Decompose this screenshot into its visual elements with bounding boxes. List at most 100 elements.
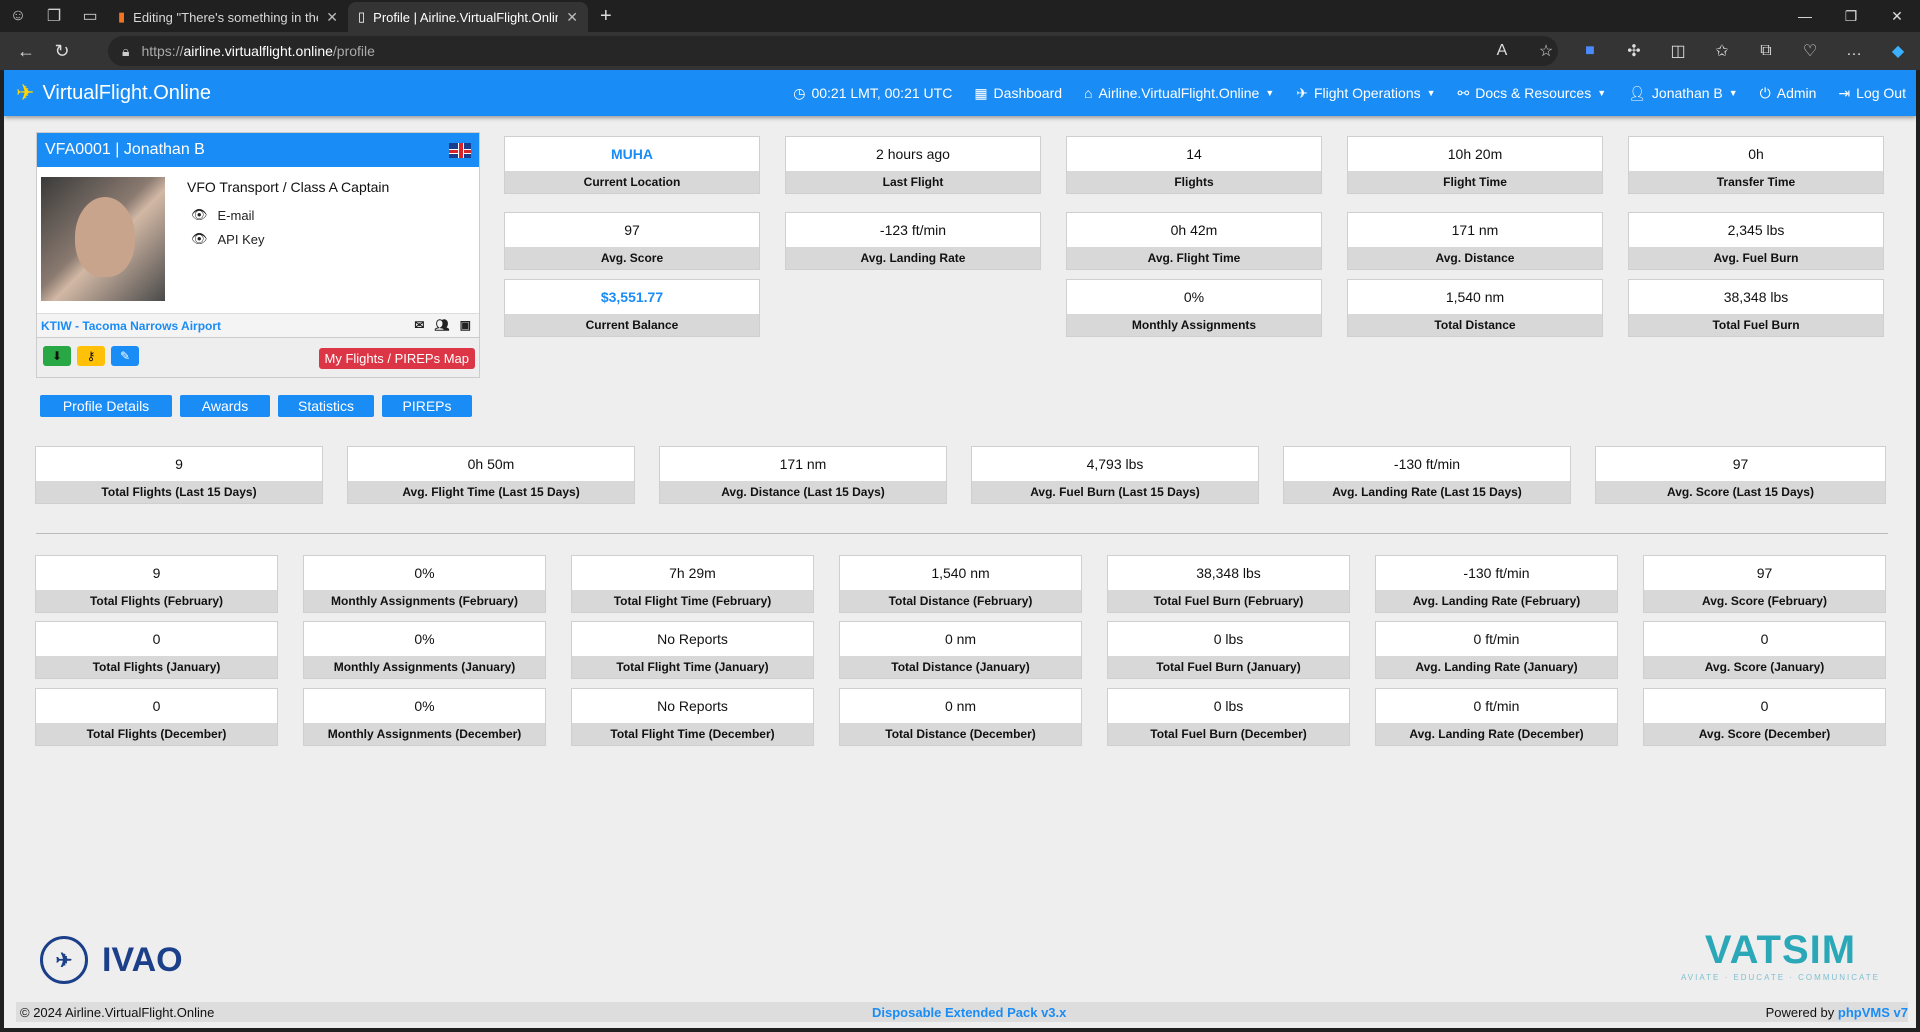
stat-avg-distance: 171 nm Avg. Distance: [1347, 212, 1603, 270]
profile-avatar-icon[interactable]: ☺: [0, 0, 36, 32]
nav-dashboard[interactable]: ▦ Dashboard: [974, 85, 1062, 102]
nav-logout[interactable]: ⇥ Log Out: [1838, 85, 1906, 102]
stat-value: -130 ft/min: [1463, 565, 1530, 581]
collections-icon[interactable]: ⧉: [1744, 42, 1788, 60]
profile-card-header: VFA0001 | Jonathan B: [37, 133, 479, 167]
stat-label: Transfer Time: [1629, 171, 1883, 193]
copilot-icon[interactable]: ◆: [1876, 41, 1920, 61]
nav-admin[interactable]: ⏻ Admin: [1760, 85, 1817, 102]
url-scheme: https://: [141, 43, 184, 59]
lock-icon[interactable]: 🔒︎: [122, 43, 129, 60]
read-aloud-icon[interactable]: A: [1480, 42, 1524, 60]
tab-awards[interactable]: Awards: [180, 395, 270, 417]
phpvms-link[interactable]: phpVMS v7: [1838, 1005, 1908, 1020]
stat-label: Total Flights (February): [36, 590, 277, 612]
stat-feb-avg-score: 97 Avg. Score (February): [1643, 555, 1886, 613]
nav-label: Log Out: [1856, 85, 1906, 101]
stat-value: 38,348 lbs: [1723, 289, 1789, 305]
tab-statistics[interactable]: Statistics: [278, 395, 374, 417]
profile-card: VFA0001 | Jonathan B VFO Transport / Cla…: [36, 132, 480, 338]
stat-label: Current Location: [505, 171, 759, 193]
divider: [36, 533, 1888, 534]
page-footer: © 2024 Airline.VirtualFlight.Online Disp…: [16, 1002, 1908, 1022]
envelope-icon[interactable]: ✉: [414, 318, 424, 332]
close-window-icon[interactable]: ✕: [1874, 0, 1920, 32]
home-airport-link[interactable]: KTIW - Tacoma Narrows Airport: [41, 319, 221, 333]
stat-label: Monthly Assignments (December): [304, 723, 545, 745]
restore-icon[interactable]: ❐: [1828, 0, 1874, 32]
new-tab-icon[interactable]: +: [588, 5, 624, 28]
profile-actions: ⬇ ⚷ ✎ My Flights / PIREPs Map: [36, 338, 480, 378]
stat-dec-monthly-assignments: 0% Monthly Assignments (December): [303, 688, 546, 746]
stat-value: 9: [175, 456, 183, 472]
tab-actions-icon[interactable]: ▭: [72, 0, 108, 32]
nav-label: Airline.VirtualFlight.Online: [1098, 85, 1260, 101]
stat-value: MUHA: [611, 146, 653, 162]
api-key-toggle[interactable]: 👁︎ API Key: [191, 231, 264, 247]
api-key-label: API Key: [217, 231, 265, 247]
eye-icon: 👁︎: [191, 207, 208, 222]
url-field[interactable]: 🔒︎ https://airline.virtualflight.online /…: [108, 36, 1558, 66]
split-screen-icon[interactable]: ◫: [1656, 41, 1700, 61]
stat-label: Avg. Landing Rate (Last 15 Days): [1284, 481, 1570, 503]
workspaces-icon[interactable]: ❐: [36, 0, 72, 32]
performance-icon[interactable]: ♡: [1788, 41, 1832, 61]
stat-value: 0 nm: [944, 631, 977, 647]
flights-map-button[interactable]: My Flights / PIREPs Map: [318, 348, 475, 369]
brand-link[interactable]: ✈ VirtualFlight.Online: [16, 70, 211, 116]
tab-pireps[interactable]: PIREPs: [382, 395, 472, 417]
stat-current-balance: $3,551.77 Current Balance: [504, 279, 760, 337]
back-icon[interactable]: ←: [8, 33, 44, 69]
key-icon[interactable]: ⚷: [77, 346, 105, 366]
stat-transfer-time: 0h Transfer Time: [1628, 136, 1884, 194]
browser-tab-profile[interactable]: ▯ Profile | Airline.VirtualFlight.Online…: [348, 2, 588, 32]
vatsim-logo[interactable]: VATSIM AVIATE · EDUCATE · COMMUNICATE: [1681, 928, 1880, 982]
ivao-logo[interactable]: ✈ IVAO: [40, 936, 183, 984]
browser-tabbar: ☺ ❐ ▭ ▮ Editing "There's something in th…: [0, 0, 1920, 32]
nav-label: Flight Operations: [1314, 85, 1421, 101]
tab-favicon-icon: ▯: [358, 9, 366, 24]
stat-value: $3,551.77: [600, 289, 664, 305]
more-menu-icon[interactable]: …: [1832, 42, 1876, 60]
plane-icon: ✈: [1296, 84, 1308, 101]
extension-icon[interactable]: ■: [1568, 42, 1612, 60]
close-tab-icon[interactable]: ✕: [326, 9, 338, 26]
theme-link[interactable]: Disposable Extended Pack v3.x: [872, 1005, 1066, 1020]
reload-icon[interactable]: ↻: [44, 33, 80, 69]
stat-label: Total Fuel Burn (February): [1108, 590, 1349, 612]
stat-value: 9: [152, 565, 161, 581]
nav-docs-resources[interactable]: ⚯ Docs & Resources ▼: [1458, 85, 1607, 102]
tab-profile-details[interactable]: Profile Details: [40, 395, 172, 417]
stat-label: Avg. Distance: [1348, 247, 1602, 269]
stat-value: 0%: [414, 631, 435, 647]
nav-user[interactable]: 👤︎ Jonathan B ▼: [1628, 85, 1738, 102]
browser-tab-editing[interactable]: ▮ Editing "There's something in the ✕: [108, 2, 348, 32]
user-clock-icon[interactable]: 👥︎: [434, 318, 449, 332]
minimize-icon[interactable]: —: [1782, 0, 1828, 32]
stat-last15-avg-score: 97 Avg. Score (Last 15 Days): [1595, 446, 1886, 504]
stat-value: 10h 20m: [1447, 146, 1503, 162]
clock-text: 00:21 LMT, 00:21 UTC: [811, 85, 953, 101]
favorite-star-icon[interactable]: ☆: [1524, 41, 1568, 61]
calendar-icon[interactable]: ▣: [460, 318, 471, 332]
stat-label: Total Flights (December): [36, 723, 277, 745]
stat-label: Total Flights (Last 15 Days): [36, 481, 322, 503]
copyright-text: © 2024 Airline.VirtualFlight.Online: [20, 1004, 215, 1020]
stat-label: Flight Time: [1348, 171, 1602, 193]
stat-avg-fuel-burn: 2,345 lbs Avg. Fuel Burn: [1628, 212, 1884, 270]
eye-icon: 👁︎: [191, 231, 208, 246]
edit-icon[interactable]: ✎: [111, 346, 139, 366]
close-tab-icon[interactable]: ✕: [566, 9, 578, 26]
download-file-icon[interactable]: ⬇: [43, 346, 71, 366]
stat-value: 0: [1760, 631, 1769, 647]
tab-favicon-icon: ▮: [118, 9, 126, 24]
extensions-puzzle-icon[interactable]: ✣: [1612, 41, 1656, 61]
nav-label: Docs & Resources: [1475, 85, 1592, 101]
favorites-icon[interactable]: ✩: [1700, 41, 1744, 61]
powered-by: Powered by phpVMS v7: [1766, 1005, 1908, 1020]
nav-airline[interactable]: ⌂ Airline.VirtualFlight.Online ▼: [1084, 85, 1274, 101]
stat-dec-total-fuel-burn: 0 lbs Total Fuel Burn (December): [1107, 688, 1350, 746]
nav-flight-operations[interactable]: ✈ Flight Operations ▼: [1296, 85, 1435, 102]
stat-value: -123 ft/min: [879, 222, 947, 238]
email-toggle[interactable]: 👁︎ E-mail: [191, 207, 254, 223]
